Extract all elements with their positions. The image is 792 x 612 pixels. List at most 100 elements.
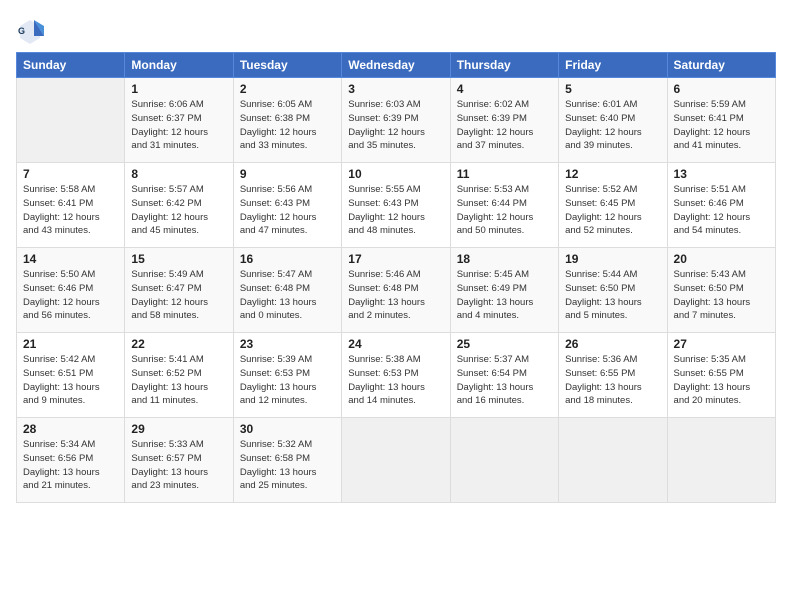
day-number: 25 <box>457 337 552 351</box>
day-info: Sunrise: 5:58 AMSunset: 6:41 PMDaylight:… <box>23 183 118 238</box>
calendar-cell: 17 Sunrise: 5:46 AMSunset: 6:48 PMDayligh… <box>342 248 450 333</box>
day-info: Sunrise: 5:49 AMSunset: 6:47 PMDaylight:… <box>131 268 226 323</box>
day-info: Sunrise: 5:55 AMSunset: 6:43 PMDaylight:… <box>348 183 443 238</box>
calendar-cell: 11 Sunrise: 5:53 AMSunset: 6:44 PMDayligh… <box>450 163 558 248</box>
calendar-cell: 23Sunrise: 5:39 AMSunset: 6:53 PMDayligh… <box>233 333 341 418</box>
logo-icon: G <box>16 16 44 44</box>
calendar-cell: 26 Sunrise: 5:36 AMSunset: 6:55 PMDayligh… <box>559 333 667 418</box>
weekday-header-tuesday: Tuesday <box>233 53 341 78</box>
calendar-cell: 1 Sunrise: 6:06 AMSunset: 6:37 PMDaylight… <box>125 78 233 163</box>
day-info: Sunrise: 5:37 AMSunset: 6:54 PMDaylight:… <box>457 353 552 408</box>
day-info: Sunrise: 5:51 AMSunset: 6:46 PMDaylight:… <box>674 183 769 238</box>
day-number: 19 <box>565 252 660 266</box>
day-info: Sunrise: 5:41 AMSunset: 6:52 PMDaylight:… <box>131 353 226 408</box>
day-number: 17 <box>348 252 443 266</box>
calendar-cell: 15 Sunrise: 5:49 AMSunset: 6:47 PMDayligh… <box>125 248 233 333</box>
day-number: 21 <box>23 337 118 351</box>
calendar-cell: 6 Sunrise: 5:59 AMSunset: 6:41 PMDaylight… <box>667 78 775 163</box>
calendar-cell: 4 Sunrise: 6:02 AMSunset: 6:39 PMDaylight… <box>450 78 558 163</box>
day-number: 3 <box>348 82 443 96</box>
day-number: 2 <box>240 82 335 96</box>
day-number: 15 <box>131 252 226 266</box>
calendar-cell: 25 Sunrise: 5:37 AMSunset: 6:54 PMDayligh… <box>450 333 558 418</box>
calendar-cell: 28 Sunrise: 5:34 AMSunset: 6:56 PMDayligh… <box>17 418 125 503</box>
day-info: Sunrise: 5:32 AMSunset: 6:58 PMDaylight:… <box>240 438 335 493</box>
day-info: Sunrise: 5:35 AMSunset: 6:55 PMDaylight:… <box>674 353 769 408</box>
weekday-header-monday: Monday <box>125 53 233 78</box>
weekday-header-wednesday: Wednesday <box>342 53 450 78</box>
day-info: Sunrise: 5:38 AMSunset: 6:53 PMDaylight:… <box>348 353 443 408</box>
day-number: 1 <box>131 82 226 96</box>
calendar-cell: 30 Sunrise: 5:32 AMSunset: 6:58 PMDayligh… <box>233 418 341 503</box>
weekday-header-saturday: Saturday <box>667 53 775 78</box>
day-number: 5 <box>565 82 660 96</box>
calendar-cell: 27 Sunrise: 5:35 AMSunset: 6:55 PMDayligh… <box>667 333 775 418</box>
weekday-header-sunday: Sunday <box>17 53 125 78</box>
day-number: 6 <box>674 82 769 96</box>
day-number: 27 <box>674 337 769 351</box>
calendar-cell: 14 Sunrise: 5:50 AMSunset: 6:46 PMDayligh… <box>17 248 125 333</box>
calendar-cell: 18Sunrise: 5:45 AMSunset: 6:49 PMDayligh… <box>450 248 558 333</box>
calendar-cell: 24 Sunrise: 5:38 AMSunset: 6:53 PMDayligh… <box>342 333 450 418</box>
calendar-cell: 9Sunrise: 5:56 AMSunset: 6:43 PMDaylight… <box>233 163 341 248</box>
calendar-cell: 12Sunrise: 5:52 AMSunset: 6:45 PMDayligh… <box>559 163 667 248</box>
day-number: 30 <box>240 422 335 436</box>
calendar-cell: 21 Sunrise: 5:42 AMSunset: 6:51 PMDayligh… <box>17 333 125 418</box>
day-number: 12 <box>565 167 660 181</box>
calendar-cell <box>342 418 450 503</box>
calendar-cell: 2 Sunrise: 6:05 AMSunset: 6:38 PMDaylight… <box>233 78 341 163</box>
top-section: G <box>16 16 776 44</box>
calendar-week-row: 7 Sunrise: 5:58 AMSunset: 6:41 PMDaylight… <box>17 163 776 248</box>
weekday-header-row: SundayMondayTuesdayWednesdayThursdayFrid… <box>17 53 776 78</box>
day-info: Sunrise: 6:02 AMSunset: 6:39 PMDaylight:… <box>457 98 552 153</box>
day-number: 29 <box>131 422 226 436</box>
calendar-cell: 13 Sunrise: 5:51 AMSunset: 6:46 PMDayligh… <box>667 163 775 248</box>
day-info: Sunrise: 5:50 AMSunset: 6:46 PMDaylight:… <box>23 268 118 323</box>
svg-text:G: G <box>18 26 25 36</box>
weekday-header-friday: Friday <box>559 53 667 78</box>
day-number: 26 <box>565 337 660 351</box>
day-number: 4 <box>457 82 552 96</box>
day-number: 16 <box>240 252 335 266</box>
day-info: Sunrise: 5:43 AMSunset: 6:50 PMDaylight:… <box>674 268 769 323</box>
calendar-cell <box>667 418 775 503</box>
day-info: Sunrise: 5:56 AMSunset: 6:43 PMDaylight:… <box>240 183 335 238</box>
day-info: Sunrise: 5:59 AMSunset: 6:41 PMDaylight:… <box>674 98 769 153</box>
day-info: Sunrise: 6:05 AMSunset: 6:38 PMDaylight:… <box>240 98 335 153</box>
calendar-cell: 3 Sunrise: 6:03 AMSunset: 6:39 PMDaylight… <box>342 78 450 163</box>
day-number: 11 <box>457 167 552 181</box>
day-info: Sunrise: 5:34 AMSunset: 6:56 PMDaylight:… <box>23 438 118 493</box>
day-number: 28 <box>23 422 118 436</box>
day-number: 22 <box>131 337 226 351</box>
day-info: Sunrise: 5:57 AMSunset: 6:42 PMDaylight:… <box>131 183 226 238</box>
day-info: Sunrise: 5:42 AMSunset: 6:51 PMDaylight:… <box>23 353 118 408</box>
calendar-cell: 8 Sunrise: 5:57 AMSunset: 6:42 PMDaylight… <box>125 163 233 248</box>
day-info: Sunrise: 5:46 AMSunset: 6:48 PMDaylight:… <box>348 268 443 323</box>
day-info: Sunrise: 5:36 AMSunset: 6:55 PMDaylight:… <box>565 353 660 408</box>
day-info: Sunrise: 5:53 AMSunset: 6:44 PMDaylight:… <box>457 183 552 238</box>
day-number: 20 <box>674 252 769 266</box>
calendar-cell: 16Sunrise: 5:47 AMSunset: 6:48 PMDayligh… <box>233 248 341 333</box>
day-number: 13 <box>674 167 769 181</box>
calendar-week-row: 28 Sunrise: 5:34 AMSunset: 6:56 PMDayligh… <box>17 418 776 503</box>
day-info: Sunrise: 6:06 AMSunset: 6:37 PMDaylight:… <box>131 98 226 153</box>
calendar-cell: 7 Sunrise: 5:58 AMSunset: 6:41 PMDaylight… <box>17 163 125 248</box>
calendar-cell: 19 Sunrise: 5:44 AMSunset: 6:50 PMDayligh… <box>559 248 667 333</box>
calendar-week-row: 21 Sunrise: 5:42 AMSunset: 6:51 PMDayligh… <box>17 333 776 418</box>
calendar-cell <box>17 78 125 163</box>
day-number: 8 <box>131 167 226 181</box>
calendar-cell: 5 Sunrise: 6:01 AMSunset: 6:40 PMDaylight… <box>559 78 667 163</box>
calendar-cell: 10Sunrise: 5:55 AMSunset: 6:43 PMDayligh… <box>342 163 450 248</box>
day-number: 24 <box>348 337 443 351</box>
day-info: Sunrise: 6:01 AMSunset: 6:40 PMDaylight:… <box>565 98 660 153</box>
calendar-cell: 22 Sunrise: 5:41 AMSunset: 6:52 PMDayligh… <box>125 333 233 418</box>
calendar-table: SundayMondayTuesdayWednesdayThursdayFrid… <box>16 52 776 503</box>
day-number: 14 <box>23 252 118 266</box>
calendar-cell <box>450 418 558 503</box>
day-info: Sunrise: 5:45 AMSunset: 6:49 PMDaylight:… <box>457 268 552 323</box>
day-info: Sunrise: 6:03 AMSunset: 6:39 PMDaylight:… <box>348 98 443 153</box>
logo: G <box>16 16 776 44</box>
day-info: Sunrise: 5:44 AMSunset: 6:50 PMDaylight:… <box>565 268 660 323</box>
day-number: 7 <box>23 167 118 181</box>
weekday-header-thursday: Thursday <box>450 53 558 78</box>
